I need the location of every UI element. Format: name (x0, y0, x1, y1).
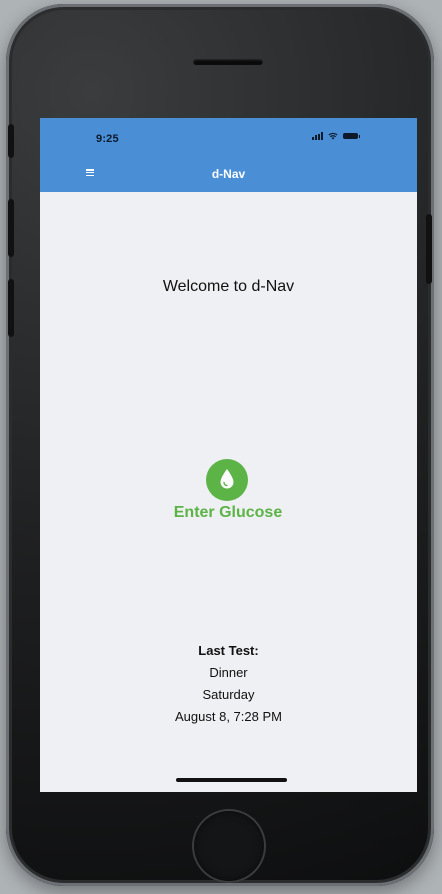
last-test-info: Last Test: Dinner Saturday August 8, 7:2… (40, 640, 417, 728)
power-button (426, 214, 432, 284)
drop-icon (220, 469, 234, 489)
status-time: 9:25 (96, 133, 119, 145)
home-indicator[interactable] (176, 778, 287, 782)
battery-icon (343, 133, 360, 139)
silent-switch (8, 124, 14, 158)
app-header: 9:25 d-Nav (40, 118, 417, 192)
home-button[interactable] (192, 809, 266, 883)
earpiece-speaker (193, 59, 263, 65)
cellular-signal-icon (312, 132, 323, 140)
app-title: d-Nav (211, 167, 246, 181)
enter-glucose-button[interactable]: Enter Glucose (153, 456, 303, 526)
last-test-day: Saturday (202, 687, 255, 702)
volume-up-button (8, 199, 14, 257)
wifi-icon (328, 132, 338, 140)
last-test-datetime: August 8, 7:28 PM (175, 709, 282, 724)
volume-down-button (8, 279, 14, 337)
last-test-meal: Dinner (209, 665, 248, 680)
enter-glucose-label[interactable]: Enter Glucose (153, 504, 303, 522)
phone-device: 9:25 d-Nav Welcome to d-Nav Enter Glucos… (6, 4, 434, 886)
app-screen: 9:25 d-Nav Welcome to d-Nav Enter Glucos… (40, 118, 417, 792)
photo-background: 9:25 d-Nav Welcome to d-Nav Enter Glucos… (0, 0, 442, 894)
glucose-icon-circle[interactable] (206, 459, 248, 501)
status-icons (312, 132, 360, 140)
last-test-heading: Last Test: (198, 643, 259, 658)
welcome-message: Welcome to d-Nav (162, 278, 295, 295)
